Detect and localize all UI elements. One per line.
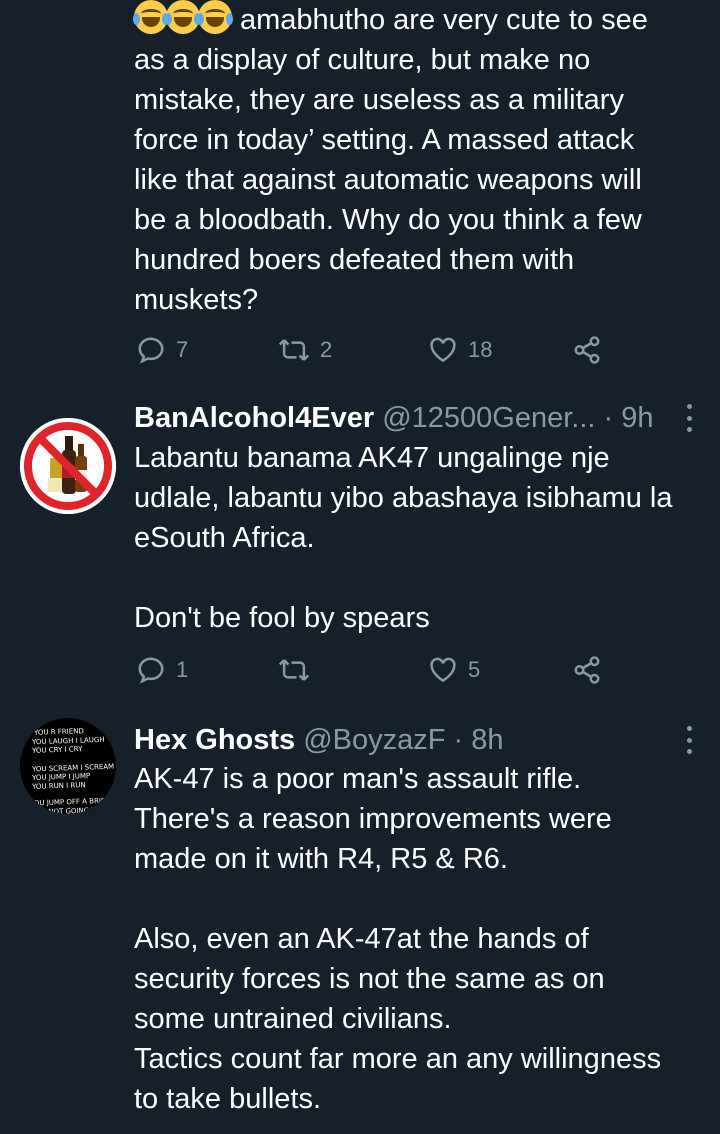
like-count: 18 [468, 337, 493, 362]
tweet-3-header: Hex Ghosts @BoyzazF · 8h [134, 720, 720, 760]
tweet-1-text: amabhutho are very cute to see as a disp… [133, 0, 704, 320]
user-handle[interactable]: @12500Gener... [382, 402, 595, 434]
like-count: 5 [468, 657, 481, 682]
tweet-2-header: BanAlcohol4Ever @12500Gener... · 9h [134, 398, 720, 438]
avatar-text: YOU R FRIEND [33, 727, 84, 737]
avatar-text: YOU CRY I CRY [31, 745, 83, 755]
retweet-count: 2 [320, 337, 333, 362]
more-options-icon[interactable] [684, 404, 694, 432]
reply-icon [138, 657, 164, 684]
separator: · [595, 402, 622, 434]
reply-count: 1 [176, 657, 189, 682]
user-handle[interactable]: @BoyzazF [303, 724, 445, 756]
share-button[interactable] [572, 652, 602, 688]
reply-button[interactable]: 7 [136, 332, 188, 368]
emoji-group [133, 0, 240, 36]
retweet-button[interactable]: 2 [278, 332, 332, 368]
timestamp[interactable]: 8h [471, 724, 503, 756]
tweet-1-body: amabhutho are very cute to see as a disp… [134, 4, 648, 316]
like-button[interactable]: 18 [428, 332, 492, 368]
tweet-3-text: AK-47 is a poor man's assault rifle. The… [134, 763, 662, 1115]
reply-icon [138, 337, 164, 364]
avatar[interactable]: YOU R FRIEND YOU LAUGH I LAUGH YOU CRY I… [20, 718, 116, 814]
tweet-2-actions: 1 5 [134, 652, 614, 688]
tweet-1-actions: 7 2 18 [134, 332, 614, 368]
tweet-3[interactable]: YOU R FRIEND YOU LAUGH I LAUGH YOU CRY I… [0, 718, 720, 1134]
laughing-emoji-icon [165, 0, 201, 34]
tweet-2[interactable]: BanAlcohol4Ever @12500Gener... · 9h Laba… [0, 398, 720, 708]
heart-icon [430, 337, 456, 363]
share-icon [574, 336, 600, 364]
avatar[interactable] [20, 418, 116, 514]
reply-button[interactable]: 1 [136, 652, 188, 688]
no-alcohol-icon [20, 418, 116, 514]
timestamp[interactable]: 9h [621, 402, 653, 434]
more-options-icon[interactable] [684, 726, 694, 754]
reply-count: 7 [176, 337, 189, 362]
heart-icon [430, 657, 456, 683]
laughing-emoji-icon [133, 0, 169, 34]
display-name[interactable]: BanAlcohol4Ever [134, 402, 374, 434]
separator: · [445, 724, 472, 756]
retweet-icon [278, 339, 310, 361]
share-icon [574, 656, 600, 684]
retweet-icon [278, 659, 310, 681]
avatar-text: YOU RUN I RUN [31, 781, 86, 791]
tweet-2-text: Labantu banama AK47 ungalinge nje udlale… [134, 442, 673, 634]
tweet-1[interactable]: amabhutho are very cute to see as a disp… [0, 0, 720, 380]
laughing-emoji-icon [197, 0, 233, 34]
like-button[interactable]: 5 [428, 652, 480, 688]
retweet-button[interactable] [278, 652, 320, 688]
share-button[interactable] [572, 332, 602, 368]
display-name[interactable]: Hex Ghosts [134, 724, 295, 756]
